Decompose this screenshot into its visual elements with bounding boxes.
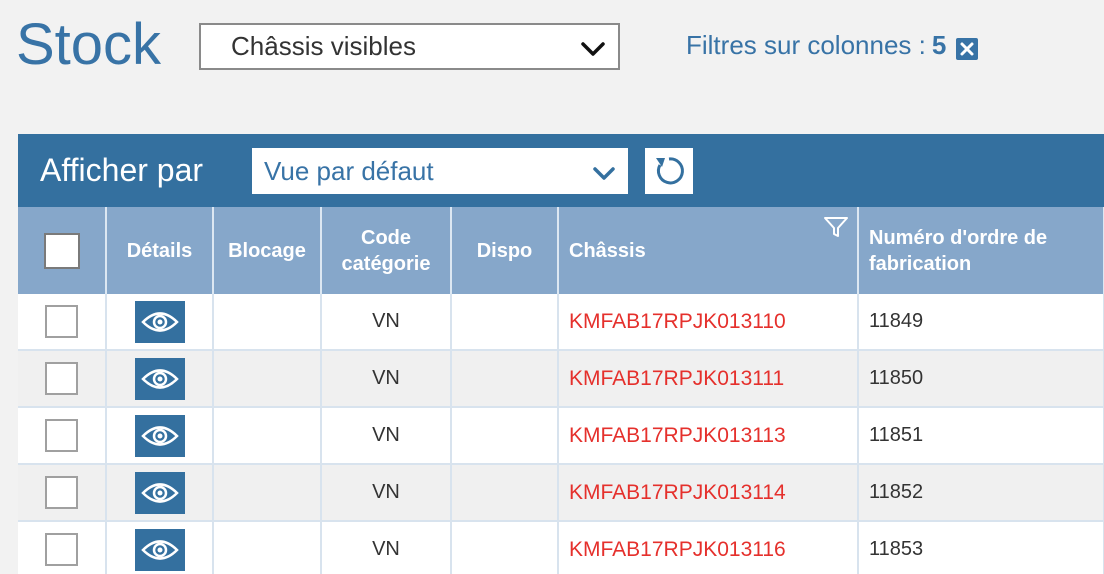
row-select-cell (18, 407, 107, 465)
grid-toolbar: Afficher par Vue par défaut (18, 134, 1104, 207)
row-details-cell (106, 521, 214, 574)
stock-view-selected-value: Châssis visibles (231, 31, 416, 61)
details-button[interactable] (134, 528, 185, 571)
group-by-selected-value: Vue par défaut (264, 155, 434, 186)
row-select-cell (18, 521, 107, 574)
refresh-icon (656, 157, 684, 185)
column-filters-indicator: Filtres sur colonnes : 5 (686, 30, 979, 61)
stock-grid: Afficher par Vue par défaut Détails Bloc… (18, 134, 1104, 574)
row-dispo-cell (451, 407, 559, 465)
row-blocage-cell (213, 521, 322, 574)
row-dispo-cell (451, 294, 559, 351)
stock-table: Détails Blocage Code catégorie Dispo Châ… (18, 207, 1104, 574)
row-select-cell (18, 464, 107, 522)
row-dispo-cell (451, 521, 559, 574)
row-numero-ordre-cell: 11853 (858, 521, 1104, 574)
column-header-details[interactable]: Détails (106, 207, 214, 294)
page-title: Stock (16, 12, 162, 77)
column-header-chassis-label: Châssis (569, 239, 646, 262)
eye-icon (140, 368, 179, 389)
row-blocage-cell (213, 464, 322, 522)
details-button[interactable] (134, 471, 185, 514)
row-numero-ordre-cell: 11852 (858, 464, 1104, 522)
row-chassis-cell[interactable]: KMFAB17RPJK013116 (558, 521, 859, 574)
eye-icon (140, 425, 179, 446)
group-by-label: Afficher par (40, 152, 204, 188)
row-details-cell (106, 407, 214, 465)
row-code-categorie-cell: VN (321, 350, 452, 408)
column-header-blocage[interactable]: Blocage (213, 207, 322, 294)
details-button[interactable] (134, 414, 185, 457)
row-chassis-cell[interactable]: KMFAB17RPJK013110 (558, 294, 859, 351)
row-blocage-cell (213, 407, 322, 465)
row-chassis-cell[interactable]: KMFAB17RPJK013114 (558, 464, 859, 522)
row-blocage-cell (213, 294, 322, 351)
row-checkbox[interactable] (45, 305, 78, 338)
table-row[interactable]: VN KMFAB17RPJK013110 11849 (18, 294, 1104, 351)
row-checkbox[interactable] (45, 533, 78, 566)
table-header-row: Détails Blocage Code catégorie Dispo Châ… (18, 207, 1104, 294)
row-chassis-cell[interactable]: KMFAB17RPJK013111 (558, 350, 859, 408)
chevron-down-icon (592, 160, 616, 180)
column-header-dispo[interactable]: Dispo (451, 207, 559, 294)
eye-icon (140, 539, 179, 560)
row-dispo-cell (451, 464, 559, 522)
table-row[interactable]: VN KMFAB17RPJK013113 11851 (18, 407, 1104, 465)
row-code-categorie-cell: VN (321, 521, 452, 574)
row-numero-ordre-cell: 11851 (858, 407, 1104, 465)
row-code-categorie-cell: VN (321, 407, 452, 465)
chevron-down-icon (580, 36, 606, 58)
row-details-cell (106, 350, 214, 408)
column-filters-label: Filtres sur colonnes : (686, 30, 926, 60)
eye-icon (140, 311, 179, 332)
eye-icon (140, 482, 179, 503)
row-dispo-cell (451, 350, 559, 408)
row-numero-ordre-cell: 11850 (858, 350, 1104, 408)
row-select-cell (18, 350, 107, 408)
details-button[interactable] (134, 357, 185, 400)
row-code-categorie-cell: VN (321, 464, 452, 522)
row-select-cell (18, 294, 107, 351)
details-button[interactable] (134, 300, 185, 343)
funnel-icon[interactable] (823, 215, 849, 239)
column-header-numero-ordre[interactable]: Numéro d'ordre de fabrication (858, 207, 1104, 294)
select-all-header (18, 207, 107, 294)
table-row[interactable]: VN KMFAB17RPJK013114 11852 (18, 464, 1104, 522)
group-by-select[interactable]: Vue par défaut (252, 148, 628, 194)
select-all-checkbox[interactable] (43, 232, 80, 269)
row-code-categorie-cell: VN (321, 294, 452, 351)
close-icon[interactable] (956, 37, 979, 60)
column-filters-count: 5 (931, 30, 947, 60)
row-blocage-cell (213, 350, 322, 408)
table-row[interactable]: VN KMFAB17RPJK013111 11850 (18, 350, 1104, 408)
stock-view-select[interactable]: Châssis visibles (199, 23, 620, 70)
row-details-cell (106, 464, 214, 522)
column-header-code-categorie[interactable]: Code catégorie (321, 207, 452, 294)
refresh-button[interactable] (645, 148, 693, 194)
row-numero-ordre-cell: 11849 (858, 294, 1104, 351)
table-row[interactable]: VN KMFAB17RPJK013116 11853 (18, 521, 1104, 574)
column-header-chassis[interactable]: Châssis (558, 207, 859, 294)
row-checkbox[interactable] (45, 362, 78, 395)
row-checkbox[interactable] (45, 476, 78, 509)
row-checkbox[interactable] (45, 419, 78, 452)
row-chassis-cell[interactable]: KMFAB17RPJK013113 (558, 407, 859, 465)
row-details-cell (106, 294, 214, 351)
